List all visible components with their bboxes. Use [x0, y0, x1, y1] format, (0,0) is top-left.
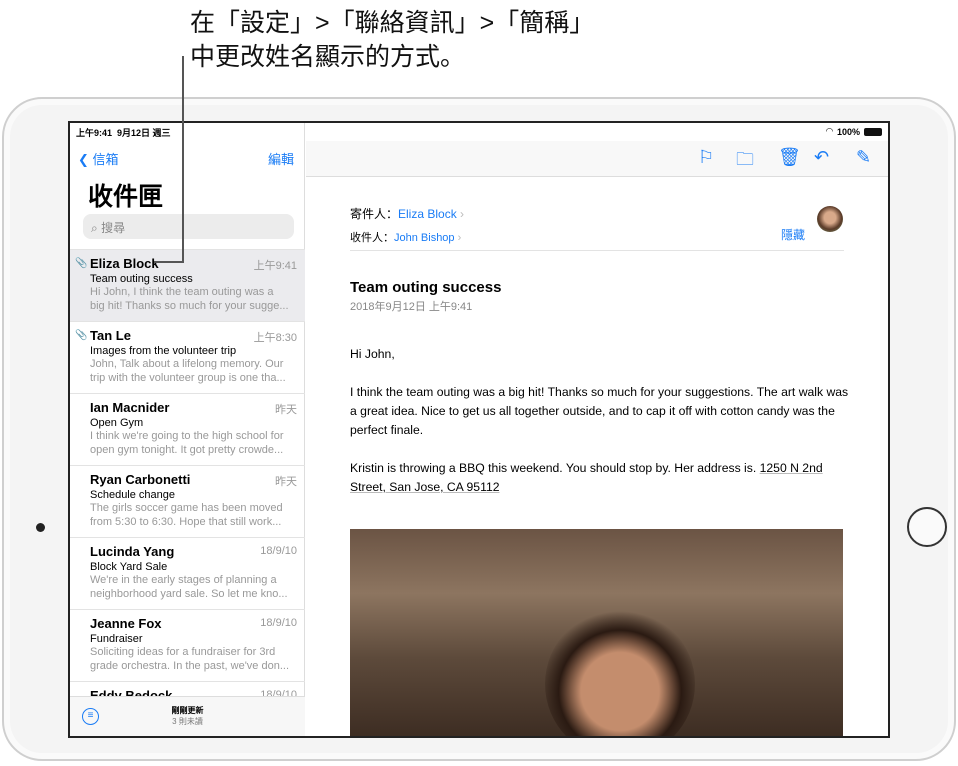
date: 18/9/10 [260, 545, 297, 557]
callout-leader-line [182, 56, 184, 263]
subject: Schedule change [90, 489, 176, 501]
preview: big hit! Thanks so much for your sugge..… [90, 300, 289, 312]
attached-photo[interactable] [350, 529, 843, 736]
sender: Ian Macnider [90, 400, 170, 415]
subject: Fundraiser [90, 633, 143, 645]
preview: We're in the early stages of planning a [90, 574, 277, 586]
preview: from 5:30 to 6:30. Hope that still work.… [90, 516, 282, 528]
date: 上午9:41 [253, 260, 297, 272]
subject: Team outing success [90, 273, 193, 285]
date: 昨天 [275, 404, 297, 416]
bottom-toolbar: ≡ 剛剛更新 3 則未讀 [70, 696, 305, 736]
list-item[interactable]: 📎 Eliza Block 上午9:41 Team outing success Hi … [70, 249, 305, 321]
preview: grade orchestra. In the past, we've don.… [90, 660, 289, 672]
home-button[interactable] [907, 507, 947, 547]
message-date: 2018年9月12日 上午9:41 [350, 301, 473, 313]
photo-subject [545, 609, 695, 736]
paragraph: Kristin is throwing a BBQ this weekend. … [350, 459, 850, 497]
message-toolbar: ⚐ 🗀 🗑 ↶ ✎ [306, 141, 888, 177]
chevron-right-icon: › [460, 207, 465, 221]
filter-icon[interactable]: ≡ [82, 708, 99, 725]
paragraph: I think the team outing was a big hit! T… [350, 385, 849, 437]
search-icon: ⌕ [91, 221, 98, 235]
preview: The girls soccer game has been moved [90, 502, 283, 514]
chevron-left-icon: ❮ [78, 152, 89, 167]
mailbox-sidebar: ❮ 信箱 編輯 收件匣 ⌕ 搜尋 📎 Eliza Block 上午9:41 Team … [70, 123, 305, 736]
flag-icon[interactable]: ⚐ [698, 147, 714, 168]
from-label: 寄件人： [350, 207, 399, 221]
message-list: 📎 Eliza Block 上午9:41 Team outing success Hi … [70, 249, 305, 736]
greeting: Hi John, [350, 347, 395, 361]
sender: Ryan Carbonetti [90, 472, 191, 487]
paragraph-text: Kristin is throwing a BBQ this weekend. … [350, 461, 760, 475]
callout-leader-line [154, 261, 184, 263]
callout-line-2: 中更改姓名顯示的方式。 [190, 43, 466, 71]
message-header: 寄件人：Eliza Block › 收件人：John Bishop › [350, 205, 464, 252]
list-item[interactable]: Lucinda Yang 18/9/10 Block Yard Sale We're … [70, 537, 305, 609]
subject: Images from the volunteer trip [90, 345, 237, 357]
chevron-right-icon: › [457, 232, 462, 244]
preview: John, Talk about a lifelong memory. Our [90, 358, 284, 370]
preview: I think we're going to the high school f… [90, 430, 284, 442]
list-item[interactable]: Ryan Carbonetti 昨天 Schedule change The girl… [70, 465, 305, 537]
screen: ❮ 信箱 編輯 收件匣 ⌕ 搜尋 📎 Eliza Block 上午9:41 Team … [68, 121, 890, 738]
compose-icon[interactable]: ✎ [856, 147, 871, 168]
camera [36, 523, 45, 532]
to-label: 收件人： [350, 232, 394, 244]
list-item[interactable]: Jeanne Fox 18/9/10 Fundraiser Soliciting id… [70, 609, 305, 681]
search-placeholder: 搜尋 [101, 221, 126, 235]
page-title: 收件匣 [88, 183, 164, 211]
status-time: 上午9:41 [76, 128, 113, 138]
search-input[interactable]: ⌕ 搜尋 [83, 214, 294, 239]
date: 昨天 [275, 476, 297, 488]
paperclip-icon: 📎 [75, 330, 88, 341]
preview: Soliciting ideas for a fundraiser for 3r… [90, 646, 276, 658]
list-item[interactable]: Ian Macnider 昨天 Open Gym I think we're goin… [70, 393, 305, 465]
preview: neighborhood yard sale. So let me kno... [90, 588, 288, 600]
folder-icon[interactable]: 🗀 [736, 147, 754, 177]
list-item[interactable]: 📎 Tan Le 上午8:30 Images from the volunteer t… [70, 321, 305, 393]
avatar [817, 206, 843, 232]
subject: Open Gym [90, 417, 144, 429]
status-date: 9月12日 週三 [117, 128, 171, 138]
date: 上午8:30 [253, 332, 297, 344]
preview: open gym tonight. It got pretty crowde..… [90, 444, 284, 456]
message-subject: Team outing success [350, 279, 502, 296]
callout-line-1: 在「設定」>「聯絡資訊」>「簡稱」 [190, 9, 595, 37]
subject: Block Yard Sale [90, 561, 168, 573]
reply-icon[interactable]: ↶ [814, 147, 829, 168]
back-button[interactable]: ❮ 信箱 [78, 149, 119, 168]
divider [350, 250, 844, 251]
hide-button[interactable]: 隱藏 [781, 226, 805, 243]
back-label: 信箱 [92, 152, 119, 167]
preview: trip with the volunteer group is one tha… [90, 372, 286, 384]
paperclip-icon: 📎 [75, 258, 88, 269]
unread-count: 3 則未讀 [172, 717, 203, 726]
updated-status: 剛剛更新 [171, 706, 204, 715]
trash-icon[interactable]: 🗑 [778, 147, 801, 168]
message-body: Hi John, I think the team outing was a b… [350, 345, 850, 516]
sender-link[interactable]: Eliza Block [398, 207, 457, 221]
date: 18/9/10 [260, 617, 297, 629]
preview: Hi John, I think the team outing was a [90, 286, 274, 298]
edit-button[interactable]: 編輯 [268, 149, 294, 168]
recipient-link[interactable]: John Bishop [394, 232, 455, 244]
callout-text: 在「設定」>「聯絡資訊」>「簡稱」 中更改姓名顯示的方式。 [190, 6, 594, 74]
message-view: ⚐ 🗀 🗑 ↶ ✎ 寄件人：Eliza Block › 收件人：John Bis… [306, 123, 888, 736]
